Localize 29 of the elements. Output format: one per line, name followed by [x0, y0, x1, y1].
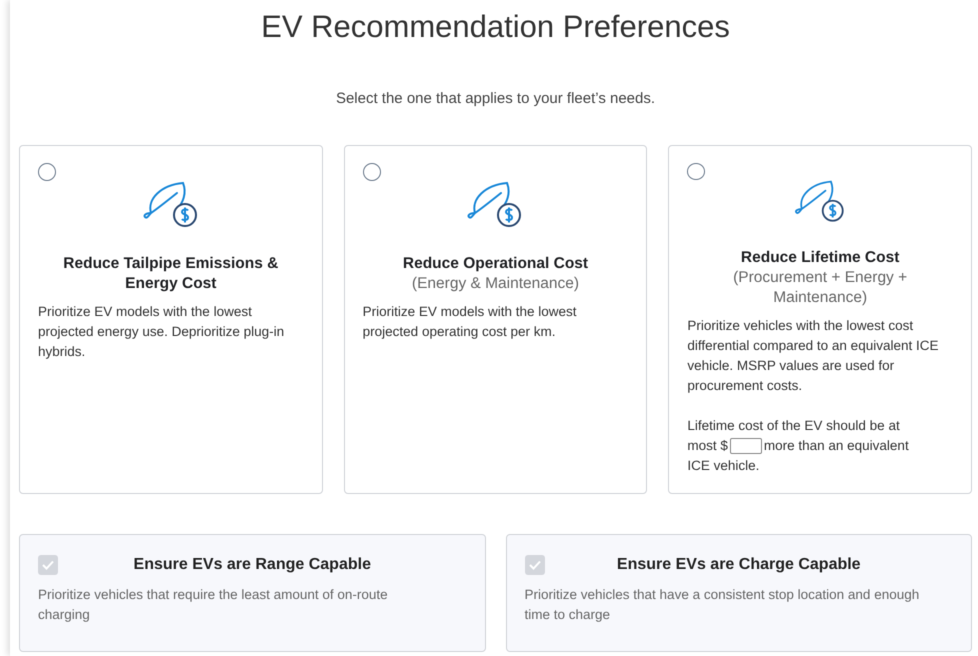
option-description: Prioritize EV models with the lowest projected energy use. Deprioritize plug-in hybrids. [38, 303, 286, 361]
option-title: Reduce Tailpipe Emissions & Energy Cost [62, 254, 280, 294]
page-title: EV Recommendation Preferences [260, 8, 731, 46]
constraint-description: Prioritize vehicles that require the least amount of on-route charging [38, 586, 389, 624]
threshold-text: ICE vehicle. [687, 457, 760, 475]
option-subtitle: (Procurement + Energy + Maintenance) [732, 268, 908, 308]
option-title: Reduce Lifetime Cost [740, 248, 900, 268]
amount-field[interactable] [730, 438, 762, 454]
check-icon [41, 558, 55, 572]
option-subtitle: (Energy & Maintenance) [410, 274, 580, 294]
radio-button[interactable] [362, 163, 381, 181]
option-description: Prioritize EV models with the lowest projected operating cost per km. [362, 303, 578, 341]
threshold-text: most $ [687, 437, 728, 455]
constraint-description: Prioritize vehicles that have a consistent stop location and enough time to charge [524, 586, 920, 624]
leaf-dollar-icon [142, 179, 199, 229]
option-card[interactable] [668, 145, 972, 494]
threshold-text: more than an equivalent [764, 437, 909, 455]
constraint-title: Ensure EVs are Range Capable [132, 556, 372, 574]
option-description: Prioritize vehicles with the lowest cost differential compared to an equivalent ICE vehicle. MSRP values are used for procurement costs. [687, 317, 940, 395]
option-card[interactable]: Reduce Operational Cost (Energy & Maintenance) Prioritize EV models with the lowest projected operating cost per km. [344, 145, 648, 494]
radio-button[interactable] [38, 163, 56, 181]
leaf-dollar-icon [467, 179, 524, 229]
constraint-title: Ensure EVs are Charge Capable [616, 556, 862, 574]
option-title: Reduce Operational Cost [402, 254, 590, 274]
threshold-text: Lifetime cost of the EV should be at [687, 417, 901, 435]
radio-button[interactable] [687, 163, 706, 180]
instruction-text: Select the one that applies to your fleet’s needs. [334, 90, 656, 107]
option-card[interactable]: Reduce Tailpipe Emissions & Energy Cost Prioritize EV models with the lowest projected energy use. Deprioritize plug-in hybrids. [19, 145, 323, 494]
check-icon [528, 558, 542, 572]
